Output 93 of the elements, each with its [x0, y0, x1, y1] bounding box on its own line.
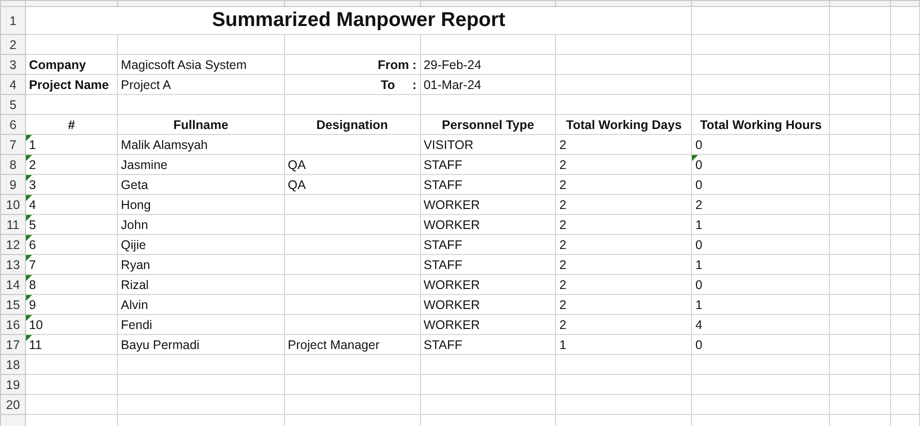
table-cell: 2	[559, 238, 566, 252]
table-cell: 8	[28, 278, 36, 292]
field-value: Magicsoft Asia System	[120, 58, 247, 72]
row-number[interactable]: 5	[0, 94, 26, 114]
table-cell: WORKER	[424, 298, 480, 312]
table-cell: Hong	[120, 198, 151, 212]
table-cell: 2	[559, 158, 566, 172]
table-cell: 0	[695, 278, 702, 292]
row-number[interactable]: 13	[0, 254, 26, 274]
table-cell: 0	[695, 338, 702, 352]
row-number[interactable]: 16	[0, 314, 26, 334]
table-cell: STAFF	[424, 338, 462, 352]
row-number[interactable]: 12	[0, 234, 26, 254]
table-cell: 3	[28, 178, 36, 192]
row-number[interactable]: 18	[0, 354, 26, 374]
table-cell: 1	[559, 338, 566, 352]
table-cell: STAFF	[424, 158, 462, 172]
table-cell: 6	[28, 238, 36, 252]
table-cell: STAFF	[424, 238, 462, 252]
table-cell: 2	[28, 158, 36, 172]
table-cell: 2	[559, 258, 566, 272]
field-label: Company	[28, 58, 86, 72]
row-number[interactable]: 9	[0, 174, 26, 194]
table-cell: STAFF	[424, 258, 462, 272]
table-cell: 7	[28, 258, 36, 272]
row-number[interactable]: 8	[0, 154, 26, 174]
row-number[interactable]: 14	[0, 274, 26, 294]
table-cell: 0	[695, 178, 702, 192]
row-number[interactable]: 3	[0, 54, 26, 74]
table-cell: 2	[559, 138, 566, 152]
row-number[interactable]: 19	[0, 374, 26, 394]
table-cell: Malik Alamsyah	[120, 138, 208, 152]
table-cell: 0	[695, 238, 702, 252]
table-cell: WORKER	[424, 278, 480, 292]
row-number[interactable]: 1	[0, 6, 26, 34]
table-cell: 2	[559, 178, 566, 192]
column-header: #	[68, 118, 75, 132]
column-header: Total Working Days	[566, 118, 682, 132]
row-number[interactable]: 10	[0, 194, 26, 214]
table-cell: WORKER	[424, 218, 480, 232]
date-value: 29-Feb-24	[424, 58, 482, 72]
column-header: Fullname	[173, 118, 228, 132]
row-number[interactable]: 7	[0, 134, 26, 154]
table-cell: 0	[695, 158, 702, 172]
field-value: Project A	[120, 78, 171, 92]
table-cell: 10	[28, 318, 43, 332]
table-cell: 2	[559, 218, 566, 232]
table-cell: 1	[695, 298, 702, 312]
field-label: Project Name	[28, 78, 109, 92]
row-number[interactable]: 4	[0, 74, 26, 94]
row-number[interactable]: 6	[0, 114, 26, 134]
column-header: Total Working Hours	[700, 118, 822, 132]
table-cell: 0	[695, 138, 702, 152]
row-number[interactable]: 15	[0, 294, 26, 314]
table-cell: QA	[288, 178, 306, 192]
table-cell: 1	[28, 138, 36, 152]
table-cell: WORKER	[424, 318, 480, 332]
table-cell: 2	[559, 198, 566, 212]
table-cell: John	[120, 218, 148, 232]
row-number[interactable]: 17	[0, 334, 26, 354]
table-cell: WORKER	[424, 198, 480, 212]
table-cell: Ryan	[120, 258, 150, 272]
table-cell: 5	[28, 218, 36, 232]
table-cell: 2	[559, 318, 566, 332]
table-cell: 11	[28, 338, 42, 352]
column-header: Personnel Type	[442, 118, 534, 132]
row-number[interactable]: 11	[0, 214, 26, 234]
table-cell: 2	[695, 198, 702, 212]
table-cell: Rizal	[120, 278, 149, 292]
row-number[interactable]: 2	[0, 34, 26, 54]
table-cell: Jasmine	[120, 158, 168, 172]
row-number[interactable]: 20	[0, 394, 26, 414]
column-header: Designation	[316, 118, 388, 132]
table-cell: 4	[695, 318, 702, 332]
table-cell: Fendi	[120, 318, 152, 332]
date-label: From :	[378, 58, 417, 72]
table-cell: Project Manager	[288, 338, 380, 352]
table-cell: 1	[695, 258, 702, 272]
table-cell: 2	[559, 298, 566, 312]
table-cell: 4	[28, 198, 36, 212]
report-title: Summarized Manpower Report	[212, 8, 506, 30]
table-cell: 2	[559, 278, 566, 292]
table-cell: Bayu Permadi	[120, 338, 200, 352]
table-cell: Alvin	[120, 298, 148, 312]
table-cell: Qijie	[120, 238, 146, 252]
table-cell: 1	[695, 218, 702, 232]
table-cell: 9	[28, 298, 36, 312]
table-cell: Geta	[120, 178, 148, 192]
table-cell: STAFF	[424, 178, 462, 192]
date-value: 01-Mar-24	[424, 78, 482, 92]
table-cell: QA	[288, 158, 306, 172]
date-label: To :	[380, 78, 417, 92]
table-cell: VISITOR	[424, 138, 474, 152]
